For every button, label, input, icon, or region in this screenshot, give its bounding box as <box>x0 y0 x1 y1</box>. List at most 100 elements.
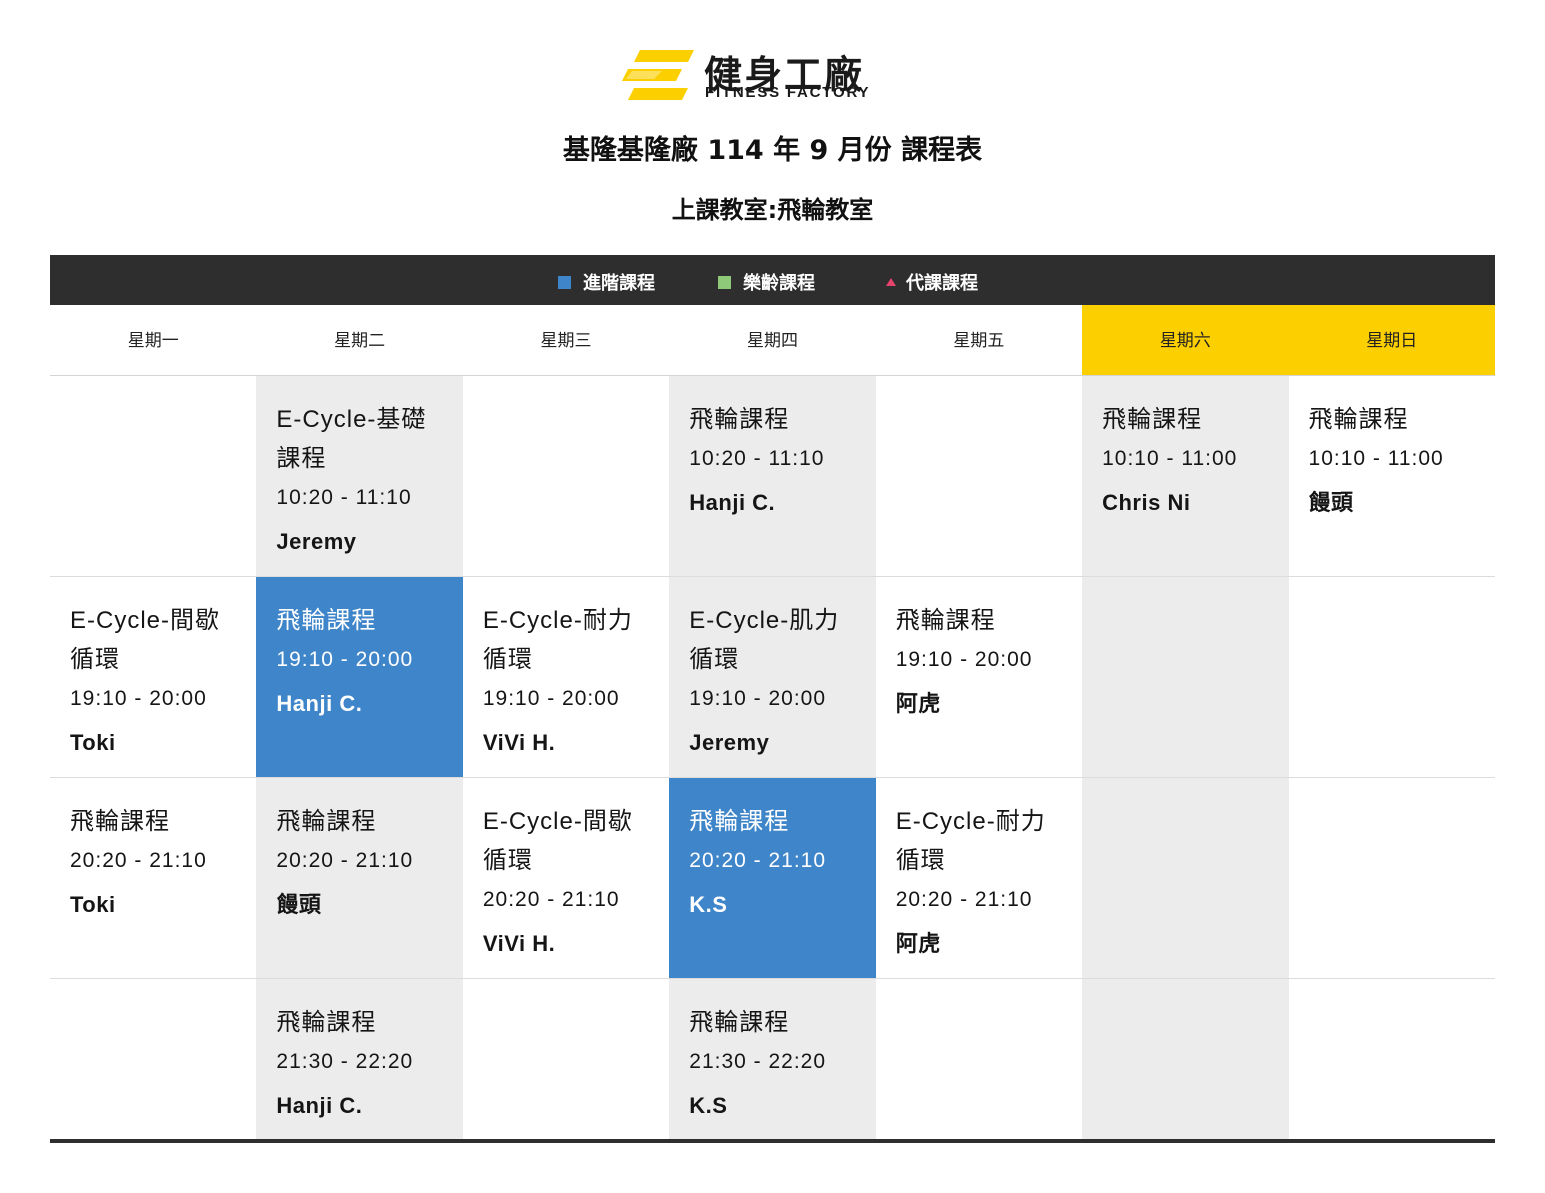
class-teacher: 饅頭 <box>276 892 322 917</box>
brand-logo[interactable]: 健身工廠 FITNESS FACTORY <box>622 48 922 104</box>
class-cell[interactable]: E-Cycle-耐力循環 20:20 - 21:10 阿虎 <box>876 778 1082 978</box>
class-name: 飛輪課程 <box>276 607 377 634</box>
class-teacher: Toki <box>70 730 116 755</box>
class-name: 飛輪課程 <box>70 808 170 835</box>
class-time: 21:30 - 22:20 <box>276 1050 414 1073</box>
class-cell[interactable]: E-Cycle-耐力循環 19:10 - 20:00 ViVi H. <box>463 577 669 777</box>
class-time: 10:20 - 11:10 <box>689 447 825 470</box>
fitness-factory-logo-icon <box>622 50 694 100</box>
class-teacher: Hanji C. <box>276 1093 363 1118</box>
class-teacher: 阿虎 <box>895 691 941 716</box>
legend-advanced: 進階課程 <box>558 269 655 295</box>
class-time: 21:30 - 22:20 <box>689 1050 827 1073</box>
day-header-sun: 星期日 <box>1288 305 1495 375</box>
class-cell[interactable]: 飛輪課程 20:20 - 21:10 K.S <box>669 778 876 978</box>
class-name: E-Cycle-間歇循環 <box>482 808 633 874</box>
class-name: E-Cycle-耐力循環 <box>482 607 633 673</box>
schedule-grid: E-Cycle-基礎課程 10:20 - 11:10 Jeremy 飛輪課程 10:20… <box>50 376 1495 1143</box>
class-name: E-Cycle-基礎課程 <box>276 406 427 472</box>
class-cell[interactable]: 飛輪課程 10:10 - 11:00 Chris Ni <box>1082 376 1289 576</box>
class-time: 20:20 - 21:10 <box>895 888 1033 911</box>
class-cell[interactable]: E-Cycle-基礎課程 10:20 - 11:10 Jeremy <box>256 376 463 576</box>
page-title: 基隆基隆廠 114 年 9 月份 課程表 <box>562 135 983 166</box>
class-teacher: ViVi H. <box>482 730 556 755</box>
schedule-row: E-Cycle-間歇循環 19:10 - 20:00 Toki 飛輪課程 19:10 -… <box>50 577 1495 778</box>
brand-name-en: FITNESS FACTORY <box>705 84 871 101</box>
class-cell[interactable]: 飛輪課程 21:30 - 22:20 K.S <box>669 979 876 1139</box>
empty-cell <box>876 376 1082 576</box>
class-name: 飛輪課程 <box>1102 406 1203 433</box>
class-teacher: K.S <box>689 892 728 917</box>
classroom-subtitle: 上課教室:飛輪教室 <box>671 196 874 224</box>
class-teacher: Hanji C. <box>689 490 776 515</box>
empty-cell <box>1289 577 1495 777</box>
legend-advanced-label: 進階課程 <box>583 273 655 294</box>
class-cell[interactable]: 飛輪課程 19:10 - 20:00 Hanji C. <box>256 577 463 777</box>
class-cell[interactable]: E-Cycle-肌力循環 19:10 - 20:00 Jeremy <box>669 577 876 777</box>
day-header-fri: 星期五 <box>953 331 1005 351</box>
class-time: 19:10 - 20:00 <box>895 648 1033 671</box>
class-cell[interactable]: 飛輪課程 10:20 - 11:10 Hanji C. <box>669 376 876 576</box>
class-teacher: Chris Ni <box>1102 490 1191 515</box>
class-name: 飛輪課程 <box>689 1009 790 1036</box>
legend-bar: 進階課程 樂齡課程 代課課程 <box>50 255 1495 305</box>
class-cell[interactable]: E-Cycle-間歇循環 19:10 - 20:00 Toki <box>50 577 256 777</box>
senior-square-icon <box>718 275 731 289</box>
empty-cell <box>1289 778 1495 978</box>
class-time: 19:10 - 20:00 <box>276 648 414 671</box>
class-name: E-Cycle-肌力循環 <box>689 607 840 673</box>
empty-cell <box>1289 979 1495 1139</box>
class-teacher: Jeremy <box>689 730 770 755</box>
empty-cell <box>463 979 669 1139</box>
weekday-header: 星期一 星期二 星期三 星期四 星期五 星期六 星期日 <box>50 305 1495 376</box>
class-time: 20:20 - 21:10 <box>70 849 207 872</box>
class-time: 10:10 - 11:00 <box>1308 447 1444 470</box>
class-teacher: 饅頭 <box>1308 490 1354 515</box>
class-cell[interactable]: 飛輪課程 21:30 - 22:20 Hanji C. <box>256 979 463 1139</box>
legend-senior-label: 樂齡課程 <box>743 273 815 294</box>
day-header-sat: 星期六 <box>1082 305 1289 375</box>
empty-cell <box>1082 778 1289 978</box>
empty-cell <box>50 979 256 1139</box>
empty-cell <box>1082 979 1289 1139</box>
schedule-row: 飛輪課程 20:20 - 21:10 Toki 飛輪課程 20:20 - 21:10 饅頭… <box>50 778 1495 979</box>
class-cell[interactable]: 飛輪課程 19:10 - 20:00 阿虎 <box>876 577 1082 777</box>
class-cell[interactable]: 飛輪課程 20:20 - 21:10 饅頭 <box>256 778 463 978</box>
empty-cell <box>50 376 256 576</box>
class-teacher: Hanji C. <box>276 691 363 716</box>
class-time: 20:20 - 21:10 <box>689 849 827 872</box>
day-header-mon: 星期一 <box>127 331 179 351</box>
class-cell[interactable]: E-Cycle-間歇循環 20:20 - 21:10 ViVi H. <box>463 778 669 978</box>
class-time: 19:10 - 20:00 <box>689 687 827 710</box>
class-name: 飛輪課程 <box>276 808 377 835</box>
day-header-tue: 星期二 <box>334 331 386 351</box>
class-name: 飛輪課程 <box>689 406 790 433</box>
class-time: 19:10 - 20:00 <box>482 687 620 710</box>
schedule-row: 飛輪課程 21:30 - 22:20 Hanji C. 飛輪課程 21:30 - 22:… <box>50 979 1495 1139</box>
class-time: 10:20 - 11:10 <box>276 486 412 509</box>
substitute-triangle-icon <box>886 278 896 286</box>
class-teacher: Toki <box>70 892 116 917</box>
advanced-square-icon <box>558 275 571 289</box>
class-time: 20:20 - 21:10 <box>276 849 414 872</box>
header: 健身工廠 FITNESS FACTORY 基隆基隆廠 114 年 9 月份 課程… <box>0 0 1545 255</box>
class-teacher: Jeremy <box>276 529 357 554</box>
empty-cell <box>463 376 669 576</box>
empty-cell <box>1082 577 1289 777</box>
class-time: 10:10 - 11:00 <box>1102 447 1238 470</box>
class-time: 19:10 - 20:00 <box>70 687 207 710</box>
day-header-thu: 星期四 <box>746 331 798 351</box>
class-cell[interactable]: 飛輪課程 10:10 - 11:00 饅頭 <box>1289 376 1495 576</box>
day-header-wed: 星期三 <box>540 331 592 351</box>
class-name: 飛輪課程 <box>689 808 790 835</box>
class-name: E-Cycle-間歇循環 <box>70 607 221 673</box>
class-name: 飛輪課程 <box>276 1009 377 1036</box>
class-cell[interactable]: 飛輪課程 20:20 - 21:10 Toki <box>50 778 256 978</box>
schedule-row: E-Cycle-基礎課程 10:20 - 11:10 Jeremy 飛輪課程 10:20… <box>50 376 1495 577</box>
empty-cell <box>876 979 1082 1139</box>
class-time: 20:20 - 21:10 <box>482 888 620 911</box>
legend-senior: 樂齡課程 <box>718 269 815 295</box>
class-name: E-Cycle-耐力循環 <box>895 808 1046 874</box>
class-teacher: K.S <box>689 1093 728 1118</box>
class-name: 飛輪課程 <box>895 607 996 634</box>
